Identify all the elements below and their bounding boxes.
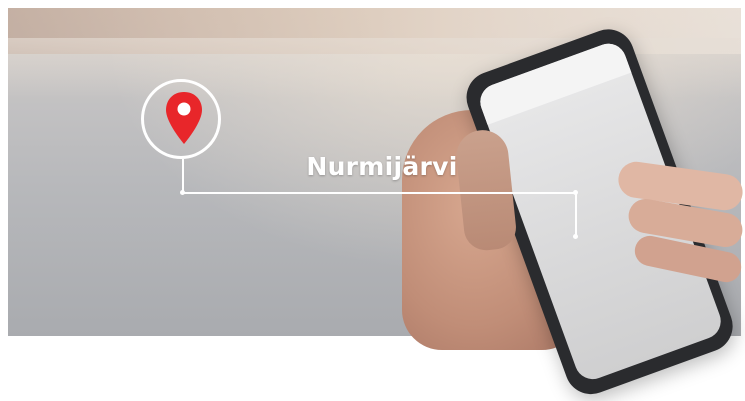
location-name: Nurmijärvi <box>306 152 458 181</box>
connector-line <box>182 192 576 194</box>
connector-line <box>575 192 577 236</box>
connector-dot <box>180 190 185 195</box>
connector-dot <box>573 234 578 239</box>
banner-frame: Nurmijärvi <box>0 0 745 401</box>
map-pin-icon <box>166 92 202 144</box>
connector-dot <box>573 190 578 195</box>
connector-line <box>182 159 184 193</box>
